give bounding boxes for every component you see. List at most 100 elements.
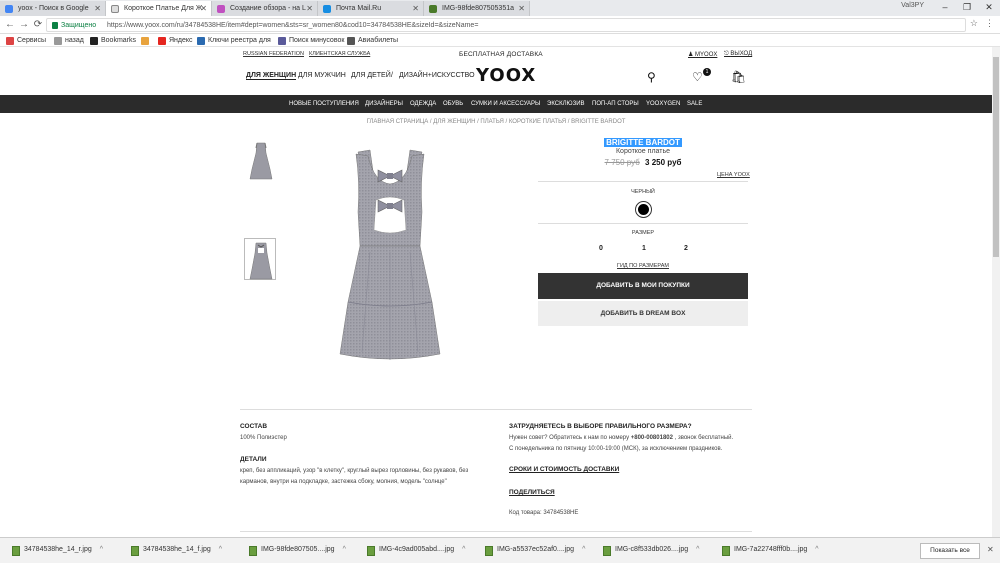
show-all-downloads-button[interactable]: Показать все (920, 543, 980, 559)
bookmark-star-icon[interactable]: ☆ (970, 18, 978, 29)
download-item[interactable]: IMG-98fde807505....jpg ^ (249, 546, 346, 556)
close-icon[interactable]: ✕ (987, 545, 994, 554)
myoox-link[interactable]: ♟ MYOOX (688, 51, 717, 58)
shipping-link[interactable]: СРОКИ И СТОИМОСТЬ ДОСТАВКИ (509, 466, 619, 473)
omnibox[interactable]: Защищено https://www.yoox.com/ru/3478453… (46, 18, 966, 32)
bookmark-back[interactable]: назад (54, 35, 84, 46)
lock-icon (52, 22, 58, 29)
old-price: 7 750 руб (604, 158, 640, 167)
maximize-icon[interactable]: ❐ (956, 0, 978, 16)
size-option-2[interactable]: 2 (684, 245, 688, 252)
cat-clothing[interactable]: ОДЕЖДА (410, 95, 436, 113)
color-swatch-black[interactable] (635, 201, 652, 218)
country-link[interactable]: RUSSIAN FEDERATION (243, 51, 304, 57)
bookmark-registry[interactable]: Ключи реестра для (197, 35, 271, 46)
bookmark-tickets[interactable]: Авиабилеты (347, 35, 398, 46)
close-icon[interactable]: ✕ (412, 1, 419, 16)
search-icon[interactable]: ⚲ (647, 70, 656, 84)
help-phone[interactable]: +800-00801802 (631, 435, 673, 441)
cat-shoes[interactable]: ОБУВЬ (443, 95, 463, 113)
download-item[interactable]: 34784538he_14_r.jpg ^ (12, 546, 103, 556)
chevron-up-icon[interactable]: ^ (696, 546, 699, 553)
share-link[interactable]: ПОДЕЛИТЬСЯ (509, 489, 555, 496)
page-icon (54, 37, 62, 45)
reload-icon[interactable]: ⟳ (31, 17, 45, 33)
free-shipping[interactable]: БЕСПЛАТНАЯ ДОСТАВКА (459, 51, 543, 58)
nav-women[interactable]: ДЛЯ ЖЕНЩИН (246, 72, 297, 80)
tab-mail[interactable]: Почта Mail.Ru ✕ (318, 1, 424, 16)
size-option-1[interactable]: 1 (642, 245, 646, 252)
minimize-icon[interactable]: – (934, 0, 956, 16)
chevron-up-icon[interactable]: ^ (343, 546, 346, 553)
yoox-logo[interactable]: YOOX (476, 65, 536, 86)
chevron-up-icon[interactable]: ^ (582, 546, 585, 553)
logout-link[interactable]: ⎋ ВЫХОД (724, 51, 752, 58)
tab-yoox[interactable]: Короткое Платье Для Ж ✕ (106, 1, 212, 16)
add-to-dreambox-button[interactable]: ДОБАВИТЬ В DREAM BOX (538, 301, 748, 326)
bookmark-services[interactable]: Сервисы (6, 35, 46, 46)
size-option-0[interactable]: 0 (599, 245, 603, 252)
download-item[interactable]: 34784538he_14_f.jpg ^ (131, 546, 222, 556)
nav-kids[interactable]: ДЛЯ ДЕТЕЙ (351, 72, 391, 79)
tab-livejournal[interactable]: Создание обзора - на L ✕ (212, 1, 318, 16)
details-text-line2: карманов, внутри на подкладке, застежка … (240, 479, 447, 485)
nav-separator: / (391, 72, 393, 79)
download-item[interactable]: IMG-c8f533db026....jpg ^ (603, 546, 699, 556)
close-icon[interactable]: ✕ (94, 1, 101, 16)
bag-icon[interactable]: 🛍 (731, 70, 746, 84)
image-file-icon (367, 546, 375, 556)
product-thumbnail[interactable] (244, 138, 276, 180)
image-file-icon (485, 546, 493, 556)
tab-google[interactable]: yoox - Поиск в Google ✕ (0, 1, 106, 16)
cat-popup[interactable]: ПОП-АП СТОРЫ (592, 95, 639, 113)
page-scrollbar[interactable] (992, 47, 1000, 537)
yoox-price-link[interactable]: ЦЕНА YOOX (717, 172, 750, 178)
product-thumbnail-selected[interactable] (244, 238, 276, 280)
address-bar: ← → ⟳ Защищено https://www.yoox.com/ru/3… (0, 16, 1000, 34)
close-icon[interactable]: ✕ (306, 1, 313, 16)
product-main-image[interactable] (320, 142, 460, 372)
download-item[interactable]: IMG-7a22748fff0b....jpg ^ (722, 546, 819, 556)
download-item[interactable]: IMG-a5537ec52af0....jpg ^ (485, 546, 585, 556)
dress-thumbnail-icon (249, 142, 273, 180)
cat-designers[interactable]: ДИЗАЙНЕРЫ (365, 95, 403, 113)
nav-men[interactable]: ДЛЯ МУЖЧИН (298, 72, 346, 79)
add-to-cart-button[interactable]: ДОБАВИТЬ В МОИ ПОКУПКИ (538, 273, 748, 299)
size-guide-link[interactable]: ГИД ПО РАЗМЕРАМ (538, 263, 748, 269)
close-icon[interactable]: ✕ (518, 1, 525, 16)
chevron-up-icon[interactable]: ^ (815, 546, 818, 553)
page-icon (278, 37, 286, 45)
composition-text: 100% Полиэстер (240, 435, 287, 441)
cat-bags[interactable]: СУМКИ И АКСЕССУАРЫ (471, 95, 540, 113)
cat-yooxygen[interactable]: YOOXYGEN (646, 95, 680, 113)
service-link[interactable]: КЛИЕНТСКАЯ СЛУЖБА (309, 51, 370, 57)
menu-icon[interactable]: ⋮ (985, 18, 994, 29)
price-row: 7 750 руб 3 250 руб (538, 158, 748, 167)
nav-design-art[interactable]: ДИЗАЙН+ИСКУССТВО (399, 72, 475, 79)
cat-exclusive[interactable]: ЭКСКЛЮЗИВ (547, 95, 585, 113)
window-close-icon[interactable]: ✕ (978, 0, 1000, 16)
heart-icon[interactable]: ♡ (692, 70, 703, 84)
chevron-up-icon[interactable]: ^ (219, 546, 222, 553)
bookmark-minus[interactable]: Поиск минусовок (278, 35, 344, 46)
breadcrumb[interactable]: ГЛАВНАЯ СТРАНИЦА / ДЛЯ ЖЕНЩИН / ПЛАТЬЯ /… (0, 119, 992, 125)
url-text[interactable]: https://www.yoox.com/ru/34784538HE/item#… (107, 20, 478, 31)
product-brand[interactable]: BRIGITTE BARDOT (538, 138, 748, 147)
google-icon (5, 5, 13, 13)
tab-image[interactable]: IMG-98fde807505351a ✕ (424, 1, 530, 16)
forward-icon[interactable]: → (17, 17, 31, 33)
w-icon (197, 37, 205, 45)
close-icon[interactable]: ✕ (200, 1, 207, 16)
bookmark-bookmarks[interactable]: Bookmarks (90, 35, 136, 46)
back-icon[interactable]: ← (3, 17, 17, 33)
cat-new[interactable]: НОВЫЕ ПОСТУПЛЕНИЯ (289, 95, 359, 113)
swatch-dot (638, 204, 649, 215)
download-item[interactable]: IMG-4c9ad005abd....jpg ^ (367, 546, 465, 556)
chevron-up-icon[interactable]: ^ (100, 546, 103, 553)
profile-name[interactable]: Val3PY (901, 2, 924, 9)
chevron-up-icon[interactable]: ^ (462, 546, 465, 553)
scrollbar-thumb[interactable] (993, 57, 999, 257)
plane-icon (347, 37, 355, 45)
bookmark-yandex[interactable]: Яндекс (158, 35, 193, 46)
cat-sale[interactable]: SALE (687, 95, 702, 113)
